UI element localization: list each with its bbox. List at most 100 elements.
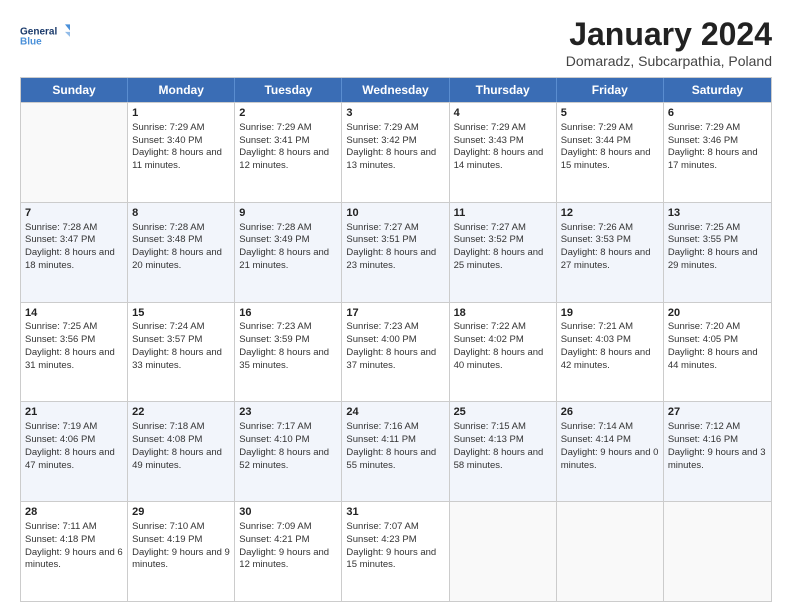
daylight-text: Daylight: 8 hours and 20 minutes. xyxy=(132,247,230,273)
cal-cell: 21Sunrise: 7:19 AMSunset: 4:06 PMDayligh… xyxy=(21,402,128,501)
sunrise-text: Sunrise: 7:17 AM xyxy=(239,421,337,434)
cal-cell: 20Sunrise: 7:20 AMSunset: 4:05 PMDayligh… xyxy=(664,303,771,402)
sunrise-text: Sunrise: 7:21 AM xyxy=(561,321,659,334)
sunset-text: Sunset: 4:10 PM xyxy=(239,434,337,447)
cal-header-wednesday: Wednesday xyxy=(342,78,449,102)
daylight-text: Daylight: 9 hours and 6 minutes. xyxy=(25,547,123,573)
cal-cell: 25Sunrise: 7:15 AMSunset: 4:13 PMDayligh… xyxy=(450,402,557,501)
title-block: January 2024 Domaradz, Subcarpathia, Pol… xyxy=(566,16,772,69)
cal-cell: 10Sunrise: 7:27 AMSunset: 3:51 PMDayligh… xyxy=(342,203,449,302)
cal-cell xyxy=(21,103,128,202)
daylight-text: Daylight: 9 hours and 0 minutes. xyxy=(561,447,659,473)
sunset-text: Sunset: 3:41 PM xyxy=(239,135,337,148)
sunrise-text: Sunrise: 7:28 AM xyxy=(25,222,123,235)
logo: General Blue xyxy=(20,16,70,54)
day-number: 25 xyxy=(454,405,552,420)
sunset-text: Sunset: 4:03 PM xyxy=(561,334,659,347)
calendar-header-row: SundayMondayTuesdayWednesdayThursdayFrid… xyxy=(21,78,771,102)
sunrise-text: Sunrise: 7:27 AM xyxy=(454,222,552,235)
daylight-text: Daylight: 9 hours and 12 minutes. xyxy=(239,547,337,573)
day-number: 23 xyxy=(239,405,337,420)
daylight-text: Daylight: 8 hours and 11 minutes. xyxy=(132,147,230,173)
cal-cell: 27Sunrise: 7:12 AMSunset: 4:16 PMDayligh… xyxy=(664,402,771,501)
sunrise-text: Sunrise: 7:29 AM xyxy=(668,122,767,135)
cal-cell: 9Sunrise: 7:28 AMSunset: 3:49 PMDaylight… xyxy=(235,203,342,302)
day-number: 15 xyxy=(132,306,230,321)
cal-cell: 15Sunrise: 7:24 AMSunset: 3:57 PMDayligh… xyxy=(128,303,235,402)
sunset-text: Sunset: 4:00 PM xyxy=(346,334,444,347)
sunset-text: Sunset: 3:59 PM xyxy=(239,334,337,347)
day-number: 1 xyxy=(132,106,230,121)
sunset-text: Sunset: 4:06 PM xyxy=(25,434,123,447)
sunset-text: Sunset: 4:21 PM xyxy=(239,534,337,547)
cal-cell: 5Sunrise: 7:29 AMSunset: 3:44 PMDaylight… xyxy=(557,103,664,202)
day-number: 8 xyxy=(132,206,230,221)
daylight-text: Daylight: 8 hours and 47 minutes. xyxy=(25,447,123,473)
sunrise-text: Sunrise: 7:27 AM xyxy=(346,222,444,235)
daylight-text: Daylight: 8 hours and 15 minutes. xyxy=(561,147,659,173)
daylight-text: Daylight: 8 hours and 17 minutes. xyxy=(668,147,767,173)
cal-cell: 2Sunrise: 7:29 AMSunset: 3:41 PMDaylight… xyxy=(235,103,342,202)
day-number: 27 xyxy=(668,405,767,420)
sunset-text: Sunset: 3:56 PM xyxy=(25,334,123,347)
cal-cell: 18Sunrise: 7:22 AMSunset: 4:02 PMDayligh… xyxy=(450,303,557,402)
cal-cell xyxy=(557,502,664,601)
sunset-text: Sunset: 3:42 PM xyxy=(346,135,444,148)
day-number: 31 xyxy=(346,505,444,520)
daylight-text: Daylight: 8 hours and 44 minutes. xyxy=(668,347,767,373)
day-number: 11 xyxy=(454,206,552,221)
day-number: 16 xyxy=(239,306,337,321)
cal-cell: 24Sunrise: 7:16 AMSunset: 4:11 PMDayligh… xyxy=(342,402,449,501)
sunset-text: Sunset: 4:23 PM xyxy=(346,534,444,547)
daylight-text: Daylight: 9 hours and 3 minutes. xyxy=(668,447,767,473)
sunset-text: Sunset: 3:46 PM xyxy=(668,135,767,148)
cal-cell: 31Sunrise: 7:07 AMSunset: 4:23 PMDayligh… xyxy=(342,502,449,601)
sunrise-text: Sunrise: 7:29 AM xyxy=(346,122,444,135)
day-number: 18 xyxy=(454,306,552,321)
sunset-text: Sunset: 4:13 PM xyxy=(454,434,552,447)
cal-cell: 26Sunrise: 7:14 AMSunset: 4:14 PMDayligh… xyxy=(557,402,664,501)
sunrise-text: Sunrise: 7:23 AM xyxy=(239,321,337,334)
sunrise-text: Sunrise: 7:29 AM xyxy=(239,122,337,135)
sunrise-text: Sunrise: 7:29 AM xyxy=(454,122,552,135)
sunrise-text: Sunrise: 7:19 AM xyxy=(25,421,123,434)
daylight-text: Daylight: 8 hours and 12 minutes. xyxy=(239,147,337,173)
sunrise-text: Sunrise: 7:15 AM xyxy=(454,421,552,434)
page: General Blue January 2024 Domaradz, Subc… xyxy=(0,0,792,612)
sunset-text: Sunset: 3:55 PM xyxy=(668,234,767,247)
day-number: 29 xyxy=(132,505,230,520)
cal-row-2: 7Sunrise: 7:28 AMSunset: 3:47 PMDaylight… xyxy=(21,202,771,302)
sunset-text: Sunset: 4:14 PM xyxy=(561,434,659,447)
cal-row-3: 14Sunrise: 7:25 AMSunset: 3:56 PMDayligh… xyxy=(21,302,771,402)
header: General Blue January 2024 Domaradz, Subc… xyxy=(20,16,772,69)
sunset-text: Sunset: 4:05 PM xyxy=(668,334,767,347)
daylight-text: Daylight: 8 hours and 42 minutes. xyxy=(561,347,659,373)
day-number: 5 xyxy=(561,106,659,121)
cal-cell: 12Sunrise: 7:26 AMSunset: 3:53 PMDayligh… xyxy=(557,203,664,302)
sunrise-text: Sunrise: 7:26 AM xyxy=(561,222,659,235)
calendar-body: 1Sunrise: 7:29 AMSunset: 3:40 PMDaylight… xyxy=(21,102,771,601)
day-number: 7 xyxy=(25,206,123,221)
cal-cell: 30Sunrise: 7:09 AMSunset: 4:21 PMDayligh… xyxy=(235,502,342,601)
cal-header-friday: Friday xyxy=(557,78,664,102)
cal-cell: 8Sunrise: 7:28 AMSunset: 3:48 PMDaylight… xyxy=(128,203,235,302)
day-number: 26 xyxy=(561,405,659,420)
daylight-text: Daylight: 8 hours and 25 minutes. xyxy=(454,247,552,273)
sunset-text: Sunset: 4:08 PM xyxy=(132,434,230,447)
sunset-text: Sunset: 3:57 PM xyxy=(132,334,230,347)
sunrise-text: Sunrise: 7:25 AM xyxy=(668,222,767,235)
sunset-text: Sunset: 3:49 PM xyxy=(239,234,337,247)
daylight-text: Daylight: 8 hours and 37 minutes. xyxy=(346,347,444,373)
daylight-text: Daylight: 8 hours and 52 minutes. xyxy=(239,447,337,473)
cal-cell: 14Sunrise: 7:25 AMSunset: 3:56 PMDayligh… xyxy=(21,303,128,402)
day-number: 4 xyxy=(454,106,552,121)
day-number: 21 xyxy=(25,405,123,420)
day-number: 17 xyxy=(346,306,444,321)
daylight-text: Daylight: 8 hours and 14 minutes. xyxy=(454,147,552,173)
cal-cell: 7Sunrise: 7:28 AMSunset: 3:47 PMDaylight… xyxy=(21,203,128,302)
daylight-text: Daylight: 8 hours and 13 minutes. xyxy=(346,147,444,173)
cal-row-4: 21Sunrise: 7:19 AMSunset: 4:06 PMDayligh… xyxy=(21,401,771,501)
sunrise-text: Sunrise: 7:14 AM xyxy=(561,421,659,434)
sunrise-text: Sunrise: 7:29 AM xyxy=(561,122,659,135)
cal-cell: 29Sunrise: 7:10 AMSunset: 4:19 PMDayligh… xyxy=(128,502,235,601)
